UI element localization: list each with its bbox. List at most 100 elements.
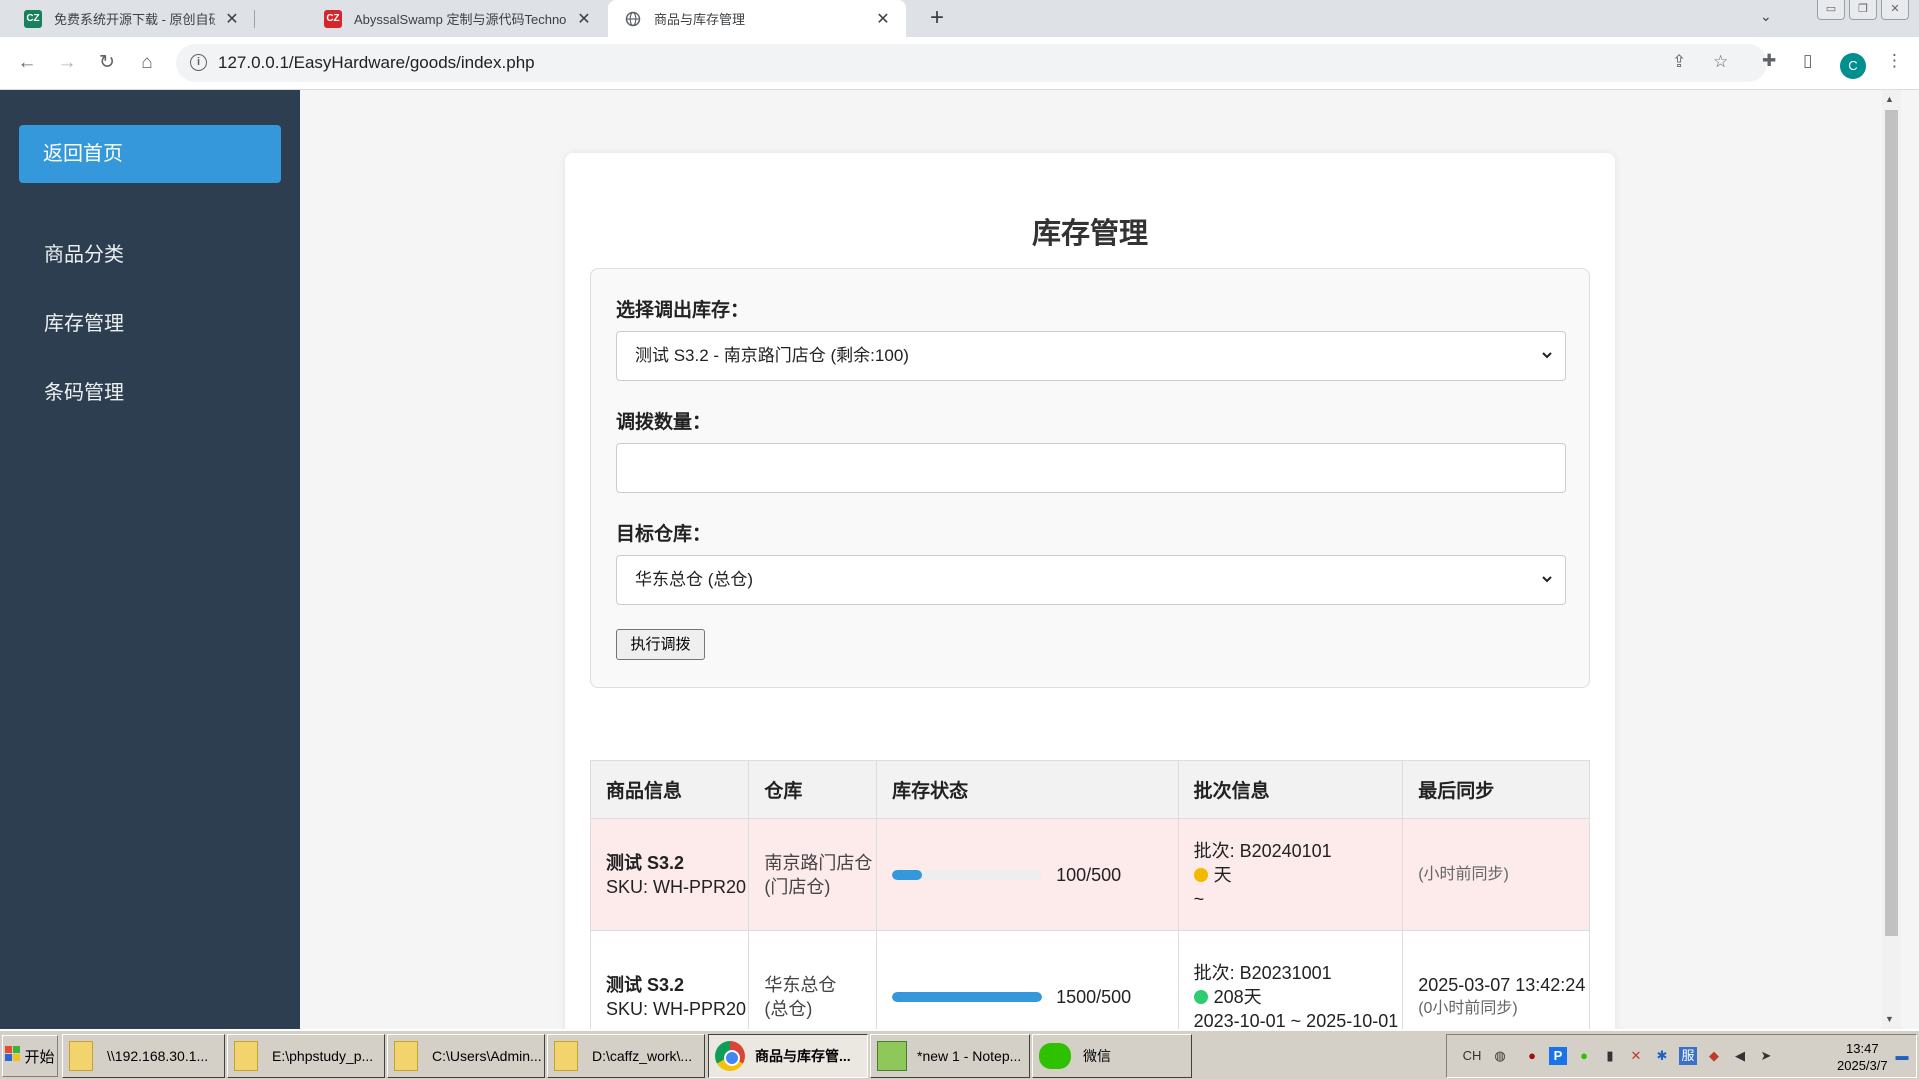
inventory-table: 商品信息 仓库 库存状态 批次信息 最后同步 测试 S3.2 SKU: WH-P…	[589, 760, 1590, 1030]
taskbar-item-chrome[interactable]: 商品与库存管...	[708, 1034, 868, 1078]
bluetooth-icon[interactable]: ✱	[1653, 1047, 1671, 1065]
last-sync-cell: 2025-03-07 13:42:24 (0小时前同步)	[1402, 930, 1590, 1029]
taskbar-item-folder-network[interactable]: \\192.168.30.1...	[62, 1034, 225, 1078]
side-panel-icon[interactable]: ▯	[1803, 51, 1812, 71]
column-header-warehouse: 仓库	[748, 760, 878, 819]
taskbar-item-folder-caffz[interactable]: D:\caffz_work\...	[547, 1034, 705, 1078]
bookmark-star-icon[interactable]: ☆	[1713, 52, 1728, 72]
warehouse-cell: 南京路门店仓 (门店仓)	[748, 818, 878, 931]
scrollbar-thumb[interactable]	[1885, 110, 1898, 936]
browser-tab-1[interactable]: CZ 免费系统开源下载 - 原创自研 ✕	[0, 0, 255, 37]
cz-favicon-icon: CZ	[324, 9, 342, 28]
network-error-icon[interactable]: ✕	[1627, 1047, 1645, 1065]
globe-icon	[624, 10, 642, 28]
start-label: 开始	[24, 1048, 55, 1066]
main-content: 库存管理 选择调出库存： 测试 S3.2 - 南京路门店仓 (剩余:100) 调…	[300, 90, 1882, 1029]
warehouse-cell: 华东总仓 (总仓)	[748, 930, 878, 1029]
stock-status-cell: 100/500	[876, 818, 1179, 931]
stock-progress-fill	[892, 991, 1043, 1002]
target-warehouse-select[interactable]: 华东总仓 (总仓)	[616, 555, 1566, 605]
minimize-icon[interactable]: ▭	[1817, 0, 1845, 20]
volume-icon[interactable]: ◀	[1731, 1047, 1749, 1065]
wechat-icon	[1039, 1043, 1071, 1069]
page-scrollbar[interactable]: ▲ ▼	[1882, 90, 1901, 1029]
tab-title: AbyssalSwamp 定制与源代码Technol	[354, 12, 567, 27]
new-tab-button[interactable]: +	[924, 6, 950, 32]
network-signal-icon[interactable]: ▮	[1601, 1047, 1619, 1065]
language-globe-icon[interactable]: ◍	[1491, 1047, 1509, 1065]
system-clock[interactable]: 13:47 2025/3/7	[1837, 1040, 1888, 1074]
input-method-icon[interactable]: 服	[1679, 1047, 1697, 1065]
tab-title: 免费系统开源下载 - 原创自研	[54, 12, 215, 27]
reload-icon[interactable]: ↻	[94, 51, 120, 77]
site-info-icon[interactable]: i	[190, 54, 207, 71]
send-icon[interactable]: ➤	[1757, 1047, 1775, 1065]
target-warehouse-value: 华东总仓 (总仓)	[635, 570, 754, 589]
browser-tab-2[interactable]: CZ AbyssalSwamp 定制与源代码Technol ✕	[310, 0, 607, 37]
wechat-tray-icon[interactable]: ●	[1575, 1047, 1593, 1065]
stock-progress-bar	[892, 869, 1043, 880]
shelf-life-days: 208天	[1213, 986, 1262, 1007]
address-bar[interactable]: i 127.0.0.1/EasyHardware/goods/index.php…	[176, 44, 1767, 82]
restore-icon[interactable]: ❐	[1849, 0, 1877, 20]
browser-menu-icon[interactable]: ⋮	[1886, 51, 1903, 71]
extensions-puzzle-icon[interactable]: ✚	[1762, 51, 1776, 71]
profile-avatar[interactable]: C	[1840, 53, 1866, 79]
taskbar-item-notepad[interactable]: *new 1 - Notep...	[870, 1034, 1030, 1078]
show-desktop-icon[interactable]: ▬	[1893, 1047, 1911, 1065]
tab-separator	[254, 10, 255, 28]
tab-close-icon[interactable]: ✕	[223, 9, 241, 29]
share-icon[interactable]: ⇪	[1672, 52, 1686, 72]
scroll-up-arrow-icon[interactable]: ▲	[1885, 94, 1894, 104]
shelf-life-ok-dot-icon	[1193, 989, 1208, 1004]
back-home-button[interactable]: 返回首页	[19, 125, 281, 183]
browser-tab-3[interactable]: 商品与库存管理 ✕	[608, 0, 906, 37]
tab-search-chevron-icon[interactable]: ⌄	[1760, 8, 1772, 25]
batch-date-range: ~	[1193, 888, 1205, 909]
security-icon[interactable]: ◆	[1705, 1047, 1723, 1065]
home-icon[interactable]: ⌂	[134, 51, 160, 77]
execute-transfer-button[interactable]: 执行调拨	[616, 629, 705, 660]
batch-date-range: 2023-10-01 ~ 2025-10-01	[1193, 1010, 1399, 1030]
back-arrow-icon[interactable]: ←	[14, 51, 40, 77]
close-window-icon[interactable]: ✕	[1881, 0, 1909, 20]
scroll-down-arrow-icon[interactable]: ▼	[1885, 1014, 1894, 1024]
sidebar-item-inventory[interactable]: 库存管理	[44, 307, 124, 336]
sync-ago: (0小时前同步)	[1418, 999, 1518, 1017]
sync-time: 2025-03-07 13:42:24	[1418, 974, 1586, 995]
clock-date: 2025/3/7	[1837, 1058, 1888, 1073]
quantity-input[interactable]	[616, 443, 1566, 493]
ime-indicator[interactable]: CH	[1457, 1047, 1487, 1065]
tab-close-icon[interactable]: ✕	[874, 9, 892, 29]
p-app-icon[interactable]: P	[1549, 1047, 1567, 1065]
stock-status-cell: 1500/500	[876, 930, 1179, 1029]
system-tray: CH ◍ ● P ● ▮ ✕ ✱ 服 ◆ ◀ ➤ 13:47 2025/3/7 …	[1446, 1034, 1917, 1078]
tab-close-icon[interactable]: ✕	[575, 9, 593, 29]
folder-icon	[234, 1041, 258, 1071]
last-sync-cell: (小时前同步)	[1402, 818, 1590, 931]
source-stock-select[interactable]: 测试 S3.2 - 南京路门店仓 (剩余:100)	[616, 331, 1566, 381]
warehouse-type: (门店仓)	[764, 876, 831, 897]
record-icon[interactable]: ●	[1523, 1047, 1541, 1065]
taskbar-item-folder-users[interactable]: C:\Users\Admin...	[387, 1034, 545, 1078]
window-controls: ▭ ❐ ✕	[1817, 0, 1909, 20]
start-button[interactable]: 开始	[2, 1035, 58, 1077]
table-header-row: 商品信息 仓库 库存状态 批次信息 最后同步	[589, 760, 1590, 819]
sidebar-item-categories[interactable]: 商品分类	[44, 238, 124, 267]
product-name: 测试 S3.2	[606, 974, 685, 995]
taskbar-item-folder-phpstudy[interactable]: E:\phpstudy_p...	[227, 1034, 385, 1078]
column-header-last-sync: 最后同步	[1402, 760, 1590, 819]
notepad-plus-plus-icon	[877, 1041, 907, 1071]
forward-arrow-icon[interactable]: →	[54, 51, 80, 77]
table-row: 测试 S3.2 SKU: WH-PPR20 华东总仓 (总仓) 1500/500	[589, 930, 1590, 1030]
browser-toolbar: ← → ↻ ⌂ i 127.0.0.1/EasyHardware/goods/i…	[0, 37, 1919, 90]
url-text[interactable]: 127.0.0.1/EasyHardware/goods/index.php	[218, 53, 535, 73]
browser-tab-strip: CZ 免费系统开源下载 - 原创自研 ✕ CZ AbyssalSwamp 定制与…	[0, 0, 1919, 37]
taskbar-item-wechat[interactable]: 微信	[1032, 1034, 1192, 1078]
folder-icon	[554, 1041, 578, 1071]
taskbar-item-label: 微信	[1083, 1048, 1111, 1064]
sidebar-item-barcodes[interactable]: 条码管理	[44, 376, 124, 405]
clock-time: 13:47	[1846, 1041, 1879, 1056]
batch-number: 批次: B20240101	[1193, 840, 1332, 861]
source-stock-value: 测试 S3.2 - 南京路门店仓 (剩余:100)	[635, 346, 909, 365]
